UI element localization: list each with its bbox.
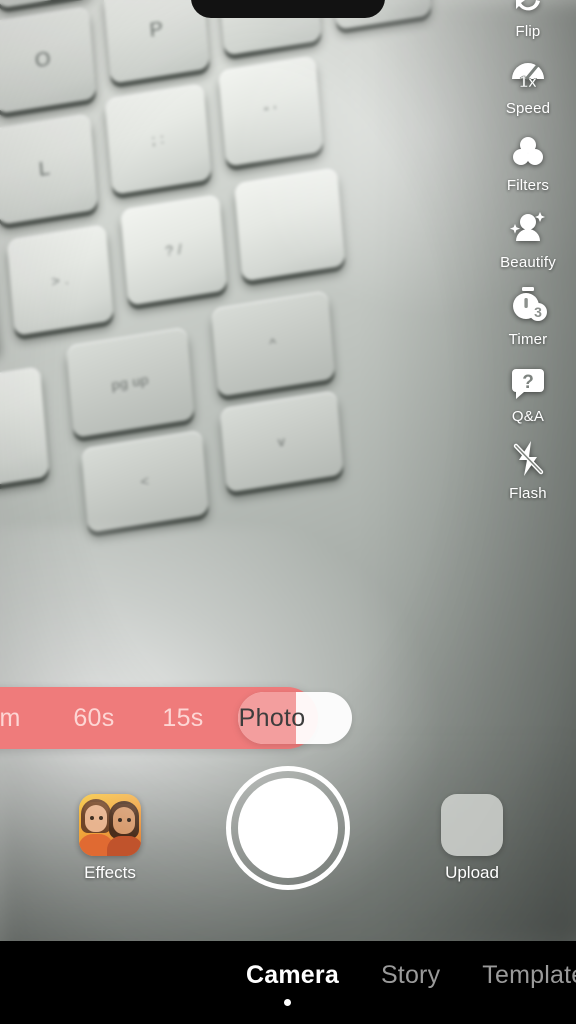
nav-tab-templates[interactable]: Templates <box>482 961 576 990</box>
tool-speed-label: Speed <box>505 100 551 117</box>
tool-beautify[interactable]: Beautify <box>480 205 576 271</box>
mode-option-3m[interactable]: 3m <box>0 704 48 733</box>
mode-selector-track: 3m 60s 15s Photo <box>0 687 352 749</box>
empty-gallery-thumbnail <box>441 794 503 856</box>
tool-speed[interactable]: 1x Speed <box>480 51 576 117</box>
active-tab-indicator <box>284 999 291 1006</box>
speed-badge: 1x <box>519 74 537 91</box>
keyboard-key: pg up <box>65 327 195 439</box>
tool-beautify-label: Beautify <box>500 254 556 271</box>
keyboard-key: O <box>0 6 97 115</box>
effects-button[interactable]: Effects <box>62 794 158 883</box>
mode-option-15s[interactable]: 15s <box>140 704 226 733</box>
camera-screen: sdfghomeendIOP{ [=KL; :“ ‘< ,> .? /ctrlp… <box>0 0 576 1024</box>
tool-qa-label: Q&A <box>511 408 545 425</box>
device-notch <box>191 0 385 18</box>
mode-option-60s[interactable]: 60s <box>48 704 140 733</box>
tool-filters-label: Filters <box>506 177 550 194</box>
keyboard-key: ctrl <box>0 366 50 496</box>
nav-tab-camera[interactable]: Camera <box>246 961 339 990</box>
two-avatar-faces-thumbnail <box>79 794 141 856</box>
keyboard-key: v <box>219 390 344 493</box>
keyboard-key: ; : <box>104 83 212 196</box>
speedometer-icon: 1x <box>505 51 551 97</box>
keyboard-key: P <box>102 0 210 84</box>
bottom-navigation: Camera Story Templates <box>0 941 576 1024</box>
tool-flip[interactable]: Flip <box>480 0 576 40</box>
upload-label: Upload <box>445 863 499 882</box>
tool-flip-label: Flip <box>515 23 541 40</box>
question-bubble-icon: ? <box>505 359 551 405</box>
effects-label: Effects <box>84 863 136 882</box>
mode-option-photo[interactable]: Photo <box>226 704 318 733</box>
tool-timer[interactable]: 3 Timer <box>480 282 576 348</box>
tool-timer-label: Timer <box>508 331 548 348</box>
nav-tab-story[interactable]: Story <box>381 961 440 990</box>
tool-flash-label: Flash <box>509 485 547 502</box>
tool-qa[interactable]: ? Q&A <box>480 359 576 425</box>
flash-off-icon <box>505 436 551 482</box>
keyboard-key: < <box>80 430 209 534</box>
flip-camera-icon <box>505 0 551 20</box>
keyboard-key: ? / <box>120 194 228 306</box>
timer-badge: 3 <box>534 304 542 320</box>
shutter-button[interactable] <box>238 778 338 878</box>
tool-filters[interactable]: Filters <box>480 128 576 194</box>
tool-flash[interactable]: Flash <box>480 436 576 502</box>
svg-text:?: ? <box>522 372 534 393</box>
upload-button[interactable]: Upload <box>424 794 520 883</box>
keyboard-key: > . <box>6 224 114 337</box>
camera-tool-rail: Flip 1x Speed Filters Beautify 3 Timer ?… <box>480 0 576 513</box>
timer-stopwatch-icon: 3 <box>505 282 551 328</box>
keyboard-key: L <box>0 113 98 226</box>
beautify-sparkle-person-icon <box>505 205 551 251</box>
filters-circles-icon <box>505 128 551 174</box>
mode-selector: 3m 60s 15s Photo <box>0 687 360 749</box>
